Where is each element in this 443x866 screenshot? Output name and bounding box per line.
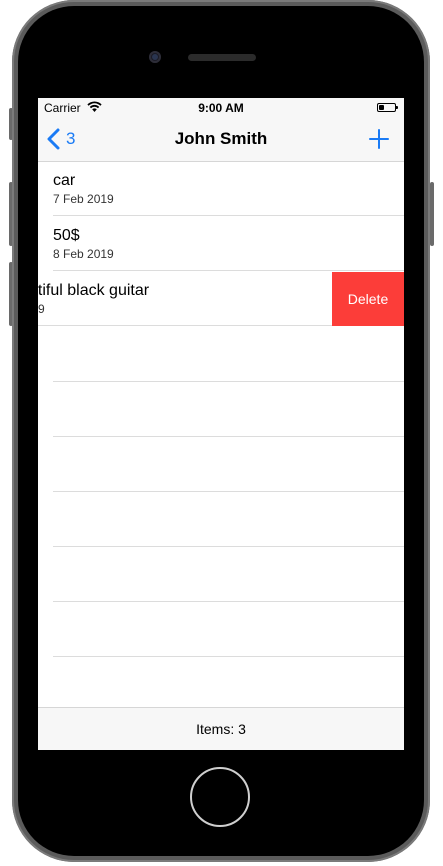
delete-button[interactable]: Delete bbox=[332, 272, 404, 326]
item-date: 8 Feb 2019 bbox=[53, 247, 114, 261]
list-item-swiped[interactable]: utiful black guitar 9 Delete bbox=[38, 272, 404, 326]
status-time: 9:00 AM bbox=[198, 101, 244, 115]
plus-icon[interactable] bbox=[368, 128, 390, 150]
navigation-bar: 3 John Smith bbox=[38, 118, 404, 162]
item-title: utiful black guitar bbox=[38, 282, 150, 299]
page-title: John Smith bbox=[174, 129, 268, 148]
row-separator bbox=[53, 656, 404, 657]
home-button[interactable] bbox=[190, 767, 250, 827]
front-camera-icon bbox=[149, 51, 161, 63]
row-separator bbox=[53, 601, 404, 602]
row-separator bbox=[53, 270, 404, 271]
app-screen: Carrier 9:00 AM 3 John Smith car 7 Feb 2… bbox=[38, 98, 404, 750]
item-title: car bbox=[53, 172, 76, 189]
battery-icon bbox=[377, 103, 398, 112]
items-table: car 7 Feb 2019 50$ 8 Feb 2019 utiful bla… bbox=[38, 162, 404, 707]
earpiece-speaker bbox=[188, 54, 256, 61]
item-date: 9 bbox=[38, 302, 45, 316]
status-bar: Carrier 9:00 AM bbox=[38, 98, 404, 118]
power-button bbox=[430, 182, 434, 246]
row-separator bbox=[53, 381, 404, 382]
row-separator bbox=[53, 215, 404, 216]
list-item[interactable]: 50$ 8 Feb 2019 bbox=[38, 217, 404, 271]
row-separator bbox=[53, 546, 404, 547]
row-separator bbox=[53, 491, 404, 492]
item-date-clip: 9 bbox=[38, 302, 46, 318]
item-date: 7 Feb 2019 bbox=[53, 192, 114, 206]
row-separator bbox=[53, 436, 404, 437]
bottom-toolbar: Items: 3 bbox=[38, 707, 404, 750]
item-title: 50$ bbox=[53, 227, 80, 244]
list-item[interactable]: car 7 Feb 2019 bbox=[38, 162, 404, 216]
items-count-label: Items: 3 bbox=[196, 721, 246, 737]
